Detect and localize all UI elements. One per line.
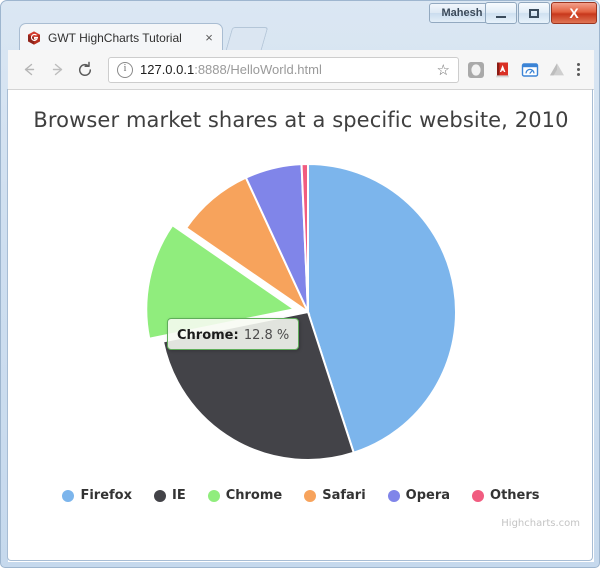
legend-item-ie[interactable]: IE	[154, 488, 186, 503]
legend-label-firefox: Firefox	[80, 488, 132, 503]
legend-label-chrome: Chrome	[225, 488, 283, 503]
tooltip-series-name: Chrome	[177, 328, 234, 343]
legend-label-opera: Opera	[405, 488, 451, 503]
browser-window: Mahesh X GWT HighCharts Tutorial × i 127…	[0, 0, 600, 568]
tooltip-value: 12.8 %	[243, 328, 290, 343]
extension-icons	[467, 61, 566, 79]
legend-label-safari: Safari	[322, 488, 366, 503]
chart-legend: Firefox IE Chrome Safari Opera Others	[8, 488, 594, 503]
page-content: Browser market shares at a specific webs…	[8, 90, 594, 562]
legend-swatch-chrome	[207, 489, 220, 502]
tooltip-separator: :	[233, 328, 239, 343]
address-bar[interactable]: 127.0.0.1:8888/HelloWorld.html ☆	[108, 56, 459, 83]
gwt-favicon-icon	[26, 30, 42, 46]
legend-item-firefox[interactable]: Firefox	[62, 488, 132, 503]
google-drive-icon[interactable]	[548, 61, 566, 79]
legend-item-others[interactable]: Others	[472, 488, 540, 503]
legend-item-opera[interactable]: Opera	[387, 488, 451, 503]
minimize-icon	[486, 3, 516, 23]
legend-swatch-safari	[304, 489, 317, 502]
tab-close-icon[interactable]: ×	[202, 31, 216, 44]
legend-swatch-others	[472, 489, 485, 502]
chrome-menu-button[interactable]	[570, 63, 586, 76]
forward-arrow-icon	[52, 63, 62, 76]
close-icon: X	[569, 5, 579, 21]
reload-icon	[78, 61, 92, 76]
maximize-icon	[519, 3, 549, 23]
url-path: :8888/HelloWorld.html	[194, 62, 322, 77]
blue-window-extension-icon[interactable]	[521, 61, 539, 79]
back-button[interactable]	[16, 57, 42, 83]
bookmark-star-icon[interactable]: ☆	[437, 61, 450, 79]
red-book-extension-icon[interactable]	[494, 61, 512, 79]
legend-item-safari[interactable]: Safari	[304, 488, 366, 503]
new-tab-button[interactable]	[225, 27, 269, 50]
browser-tab[interactable]: GWT HighCharts Tutorial ×	[19, 23, 223, 51]
forward-button[interactable]	[44, 57, 70, 83]
site-info-icon[interactable]	[117, 61, 133, 78]
tab-strip: GWT HighCharts Tutorial ×	[1, 21, 600, 51]
highcharts-credits[interactable]: Highcharts.com	[501, 518, 580, 529]
legend-item-chrome[interactable]: Chrome	[207, 488, 283, 503]
url-host: 127.0.0.1	[140, 62, 195, 77]
legend-swatch-firefox	[62, 489, 75, 502]
url-text: 127.0.0.1:8888/HelloWorld.html	[140, 62, 431, 77]
browser-toolbar: 127.0.0.1:8888/HelloWorld.html ☆	[8, 50, 594, 90]
tab-title: GWT HighCharts Tutorial	[48, 30, 182, 45]
legend-label-others: Others	[490, 488, 540, 503]
legend-label-ie: IE	[172, 488, 186, 503]
reload-button[interactable]	[72, 57, 98, 83]
chart-tooltip: Chrome: 12.8 %	[167, 318, 300, 350]
shield-extension-icon[interactable]	[467, 61, 485, 79]
legend-swatch-opera	[387, 489, 400, 502]
back-arrow-icon	[24, 63, 34, 76]
legend-swatch-ie	[154, 489, 166, 502]
